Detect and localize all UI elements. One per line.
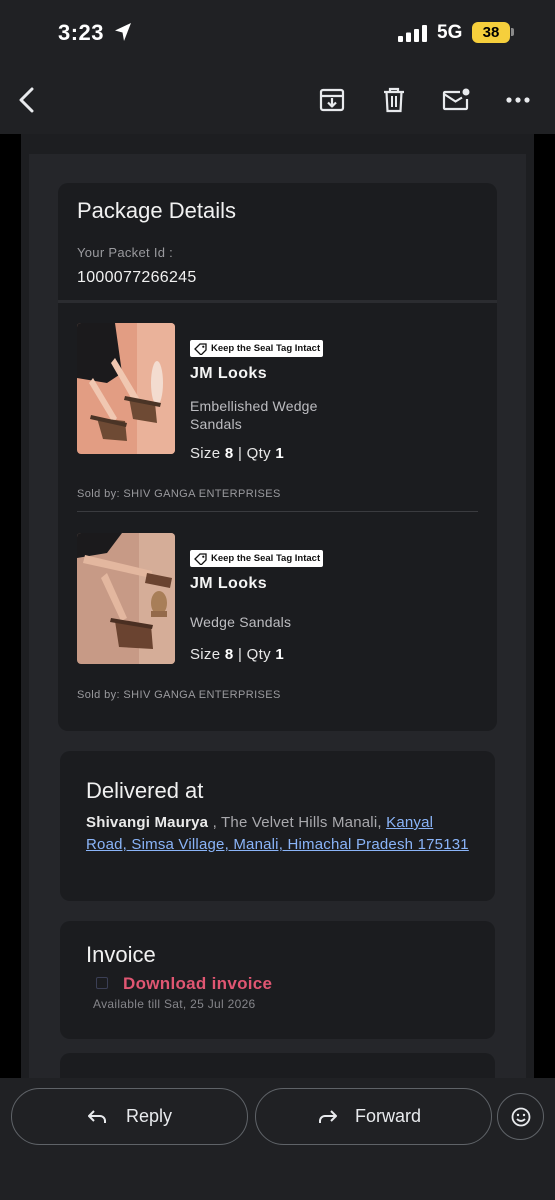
seal-tag-badge: Keep the Seal Tag Intact bbox=[190, 550, 323, 567]
product-image[interactable] bbox=[77, 323, 175, 454]
packet-id-label: Your Packet Id : bbox=[77, 245, 174, 260]
status-time: 3:23 bbox=[58, 20, 105, 45]
download-invoice-link[interactable]: Download invoice bbox=[123, 974, 272, 994]
product-image[interactable] bbox=[77, 533, 175, 664]
more-icon[interactable] bbox=[498, 80, 538, 120]
size-qty: Size 8 | Qty 1 bbox=[190, 646, 284, 663]
signal-icon bbox=[398, 25, 427, 42]
emoji-reaction-button[interactable] bbox=[497, 1093, 544, 1140]
product-name: Wedge Sandals bbox=[190, 614, 292, 630]
download-icon bbox=[96, 977, 108, 989]
location-arrow-icon bbox=[115, 23, 131, 41]
qty-label: Qty bbox=[246, 646, 271, 663]
size-qty: Size 8 | Qty 1 bbox=[190, 445, 284, 462]
packet-id: 1000077266245 bbox=[77, 269, 197, 286]
product-name: Embellished Wedge Sandals bbox=[190, 398, 318, 432]
size-label: Size bbox=[190, 646, 221, 663]
tag-icon bbox=[194, 342, 207, 355]
delivered-at-card: Delivered at Shivangi Maurya , The Velve… bbox=[60, 751, 495, 901]
sold-by: Sold by: SHIV GANGA ENTERPRISES bbox=[77, 488, 281, 500]
tag-icon bbox=[194, 552, 207, 565]
size-qty-separator: | bbox=[237, 445, 243, 462]
size-value: 8 bbox=[224, 445, 234, 462]
seal-tag-badge: Keep the Seal Tag Intact bbox=[190, 340, 323, 357]
forward-icon bbox=[319, 1109, 337, 1123]
seal-tag-text: Keep the Seal Tag Intact bbox=[211, 553, 321, 564]
status-bar: 3:23 5G 38 bbox=[0, 0, 555, 66]
email-toolbar bbox=[0, 66, 555, 134]
mark-unread-icon[interactable] bbox=[436, 80, 476, 120]
reply-button[interactable]: Reply bbox=[11, 1088, 248, 1145]
bottom-action-bar: Reply Forward bbox=[0, 1078, 555, 1200]
archive-icon[interactable] bbox=[312, 80, 352, 120]
delete-icon[interactable] bbox=[374, 80, 414, 120]
product-brand: JM Looks bbox=[190, 575, 267, 592]
delivered-title: Delivered at bbox=[86, 778, 204, 803]
battery-icon: 38 bbox=[472, 22, 510, 43]
qty-value: 1 bbox=[275, 646, 285, 663]
size-value: 8 bbox=[224, 646, 234, 663]
battery-tip bbox=[511, 28, 514, 36]
seal-tag-text: Keep the Seal Tag Intact bbox=[211, 343, 321, 354]
qty-label: Qty bbox=[246, 445, 271, 462]
network-type: 5G bbox=[437, 22, 463, 43]
forward-label: Forward bbox=[355, 1106, 422, 1126]
invoice-card: Invoice Download invoice Available till … bbox=[60, 921, 495, 1039]
package-title: Package Details bbox=[77, 198, 236, 223]
recipient-name: Shivangi Maurya bbox=[86, 814, 209, 831]
address-text: , The Velvet Hills Manali, bbox=[208, 814, 387, 831]
divider bbox=[58, 300, 497, 303]
smiley-icon bbox=[511, 1107, 530, 1126]
sold-by: Sold by: SHIV GANGA ENTERPRISES bbox=[77, 689, 281, 701]
back-arrow-icon[interactable] bbox=[8, 80, 48, 120]
invoice-availability: Available till Sat, 25 Jul 2026 bbox=[93, 997, 256, 1011]
item-divider bbox=[77, 511, 478, 512]
delivery-address: Shivangi Maurya , The Velvet Hills Manal… bbox=[86, 812, 476, 856]
qty-value: 1 bbox=[275, 445, 285, 462]
invoice-title: Invoice bbox=[86, 942, 156, 967]
package-details-card: Package Details Your Packet Id : 1000077… bbox=[58, 183, 497, 731]
battery-level: 38 bbox=[482, 24, 500, 41]
forward-button[interactable]: Forward bbox=[255, 1088, 492, 1145]
reply-icon bbox=[88, 1109, 106, 1123]
reply-label: Reply bbox=[126, 1106, 173, 1126]
size-label: Size bbox=[190, 445, 221, 462]
product-brand: JM Looks bbox=[190, 365, 267, 382]
size-qty-separator: | bbox=[237, 646, 243, 663]
